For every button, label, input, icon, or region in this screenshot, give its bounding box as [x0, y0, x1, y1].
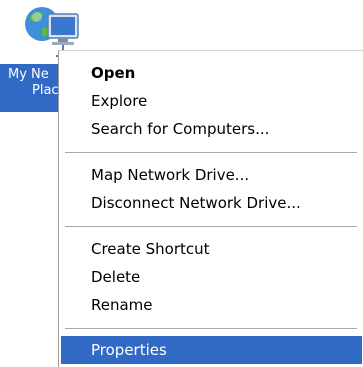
- menu-item-create-shortcut[interactable]: Create Shortcut: [61, 235, 362, 263]
- desktop-icon-label-line1: My Ne: [8, 67, 49, 82]
- menu-separator: [65, 328, 357, 329]
- menu-item-explore[interactable]: Explore: [61, 87, 362, 115]
- menu-item-disconnect-network-drive[interactable]: Disconnect Network Drive...: [61, 189, 362, 217]
- menu-item-open[interactable]: Open: [61, 59, 362, 87]
- menu-item-properties[interactable]: Properties: [61, 336, 362, 364]
- desktop-icon-label-line2: Plac: [32, 83, 59, 98]
- desktop: My Ne Plac Open Explore Search for Compu…: [0, 0, 363, 367]
- menu-separator: [65, 226, 357, 227]
- desktop-icon-label[interactable]: My Ne Plac: [0, 64, 60, 112]
- menu-item-delete[interactable]: Delete: [61, 263, 362, 291]
- menu-item-search-for-computers[interactable]: Search for Computers...: [61, 115, 362, 143]
- menu-item-rename[interactable]: Rename: [61, 291, 362, 319]
- context-menu: Open Explore Search for Computers... Map…: [58, 50, 363, 367]
- menu-separator: [65, 152, 357, 153]
- menu-item-map-network-drive[interactable]: Map Network Drive...: [61, 161, 362, 189]
